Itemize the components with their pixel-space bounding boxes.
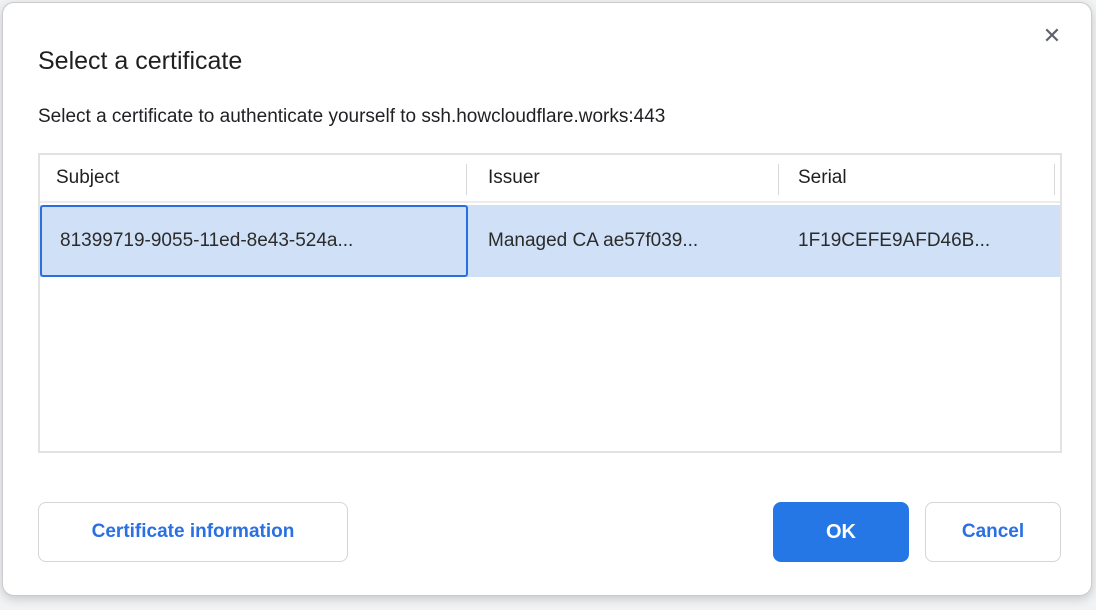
- dialog-subtitle: Select a certificate to authenticate you…: [38, 106, 665, 128]
- certificate-information-button[interactable]: Certificate information: [38, 502, 348, 562]
- column-divider: [1054, 164, 1055, 195]
- certificate-select-dialog: ✕ Select a certificate Select a certific…: [2, 2, 1092, 596]
- cell-serial[interactable]: 1F19CEFE9AFD46B...: [798, 205, 990, 277]
- cancel-button[interactable]: Cancel: [925, 502, 1061, 562]
- column-header-issuer[interactable]: Issuer: [488, 155, 540, 201]
- close-icon[interactable]: ✕: [1037, 21, 1067, 51]
- column-header-serial[interactable]: Serial: [798, 155, 847, 201]
- column-header-subject[interactable]: Subject: [56, 155, 119, 201]
- certificate-row-selected[interactable]: 81399719-9055-11ed-8e43-524a... Managed …: [40, 205, 1060, 277]
- table-header-row: Subject Issuer Serial: [40, 155, 1060, 203]
- cell-issuer[interactable]: Managed CA ae57f039...: [488, 205, 698, 277]
- column-divider: [466, 164, 467, 195]
- dialog-title: Select a certificate: [38, 47, 242, 76]
- certificate-table: Subject Issuer Serial 81399719-9055-11ed…: [38, 153, 1062, 453]
- column-divider: [778, 164, 779, 195]
- ok-button[interactable]: OK: [773, 502, 909, 562]
- focused-cell-outline: [40, 205, 468, 277]
